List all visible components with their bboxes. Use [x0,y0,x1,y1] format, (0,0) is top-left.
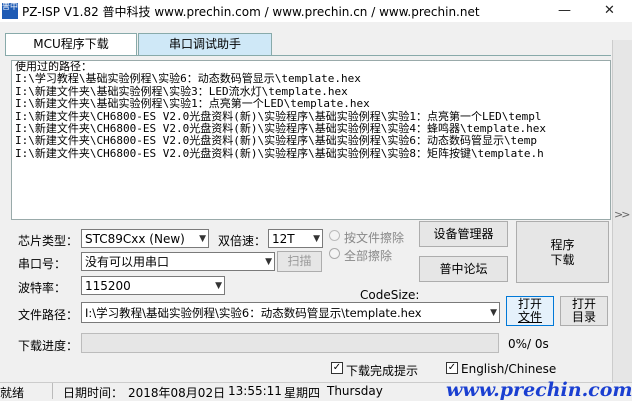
erase-by-file-label: 按文件擦除 [344,231,405,245]
serial-port-select[interactable]: 没有可以用串口 ▼ [81,252,275,271]
history-line: I:\新建文件夹\CH6800-ES V2.0光盘资料(新)\实验程序\基础实验… [15,146,544,160]
erase-all-radio[interactable] [329,248,340,259]
device-manager-button[interactable]: 设备管理器 [419,221,508,247]
baud-rate-label: 波特率： [18,281,67,295]
tab-serial-assistant[interactable]: 串口调试助手 [138,33,272,56]
prechin-watermark: www.prechin.com [446,379,632,401]
file-path-value: I:\学习教程\基础实验例程\实验6：动态数码管显示\template.hex [85,306,422,320]
chevron-down-icon: ▼ [490,308,497,318]
status-divider [52,383,53,399]
double-speed-select[interactable]: 12T ▼ [268,229,323,248]
download-done-prompt-checkbox[interactable]: ✓ [331,362,343,374]
program-download-line2: 下载 [550,253,575,267]
file-path-label: 文件路径： [18,308,79,322]
scan-button[interactable]: 扫描 [277,251,322,272]
status-date: 2018年08月02日 [128,386,226,400]
close-icon[interactable]: ✕ [587,0,632,22]
english-chinese-checkbox[interactable]: ✓ [446,362,458,374]
status-date-label: 日期时间： [63,386,124,400]
history-line: I:\学习教程\基础实验例程\实验6：动态数码管显示\template.hex [15,72,361,86]
file-path-select[interactable]: I:\学习教程\基础实验例程\实验6：动态数码管显示\template.hex … [81,302,500,323]
tab-mcu-download[interactable]: MCU程序下载 [5,33,137,56]
chip-type-value: STC89Cxx (New) [85,232,185,246]
status-time: 13:55:11 [228,384,282,398]
open-file-button[interactable]: 打开 文件 [506,296,554,326]
erase-by-file-radio[interactable] [329,230,340,241]
chevron-down-icon: ▼ [215,281,222,291]
codesize-label: CodeSize: [360,288,420,302]
download-progress-label: 下载进度： [18,339,79,353]
chevron-down-icon: ▼ [313,234,320,244]
title-bar: 普中 PZ-ISP V1.82 普中科技 www.prechin.com / w… [0,0,632,22]
window-title: PZ-ISP V1.82 普中科技 www.prechin.com / www.… [22,5,480,19]
serial-port-label: 串口号： [18,257,67,271]
double-speed-label: 双倍速： [218,234,267,248]
baud-rate-value: 115200 [85,279,131,293]
double-speed-value: 12T [272,232,295,246]
chevron-down-icon: ▼ [265,257,272,267]
erase-all-label: 全部擦除 [344,249,393,263]
open-file-line2: 文件 [517,310,542,324]
status-weekday-en: Thursday [327,384,383,398]
app-icon: 普中 [2,3,18,19]
program-download-line1: 程序 [550,238,575,252]
minimize-icon[interactable]: — [542,0,587,22]
status-weekday-cn: 星期四 [284,386,321,400]
download-progress-bar [81,333,499,353]
chevron-down-icon: ▼ [199,234,206,244]
download-done-prompt-label: 下载完成提示 [346,364,419,378]
english-chinese-label: English/Chinese [461,362,557,376]
program-download-button[interactable]: 程序 下载 [516,221,609,283]
download-progress-text: 0%/ 0s [508,337,549,351]
open-directory-line2: 目录 [571,310,596,324]
expand-arrows-icon[interactable]: >> [614,208,631,221]
chip-type-label: 芯片类型： [18,234,79,248]
baud-rate-select[interactable]: 115200 ▼ [81,276,225,295]
history-line: I:\新建文件夹\基础实验例程\实验1：点亮第一个LED\template.he… [15,97,370,111]
path-history-textarea[interactable]: 使用过的路径： I:\学习教程\基础实验例程\实验6：动态数码管显示\templ… [11,60,611,220]
status-state: 就绪 [0,386,25,400]
forum-button[interactable]: 普中论坛 [419,256,508,282]
serial-port-value: 没有可以用串口 [85,255,170,269]
history-line: I:\新建文件夹\CH6800-ES V2.0光盘资料(新)\实验程序\基础实验… [15,134,538,148]
open-directory-button[interactable]: 打开 目录 [560,296,608,326]
chip-type-select[interactable]: STC89Cxx (New) ▼ [81,229,209,248]
